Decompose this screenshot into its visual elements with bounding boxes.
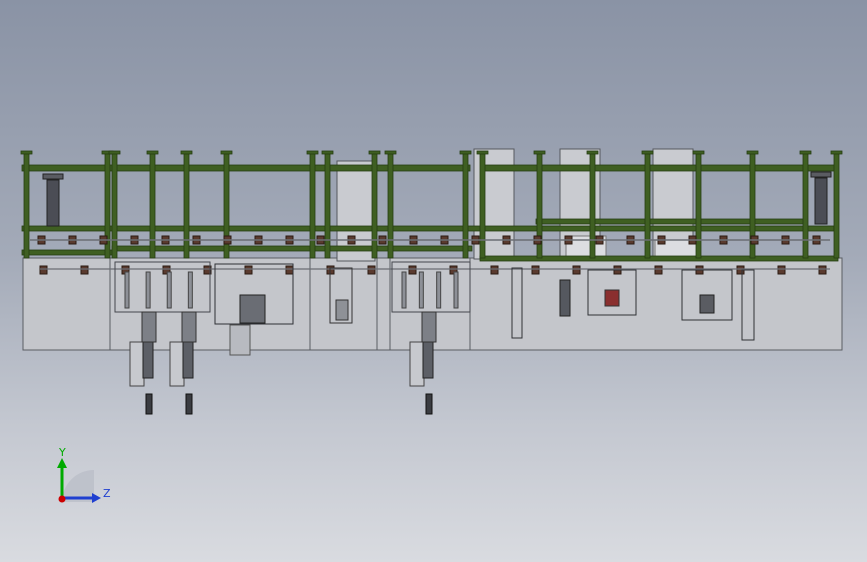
guide-column <box>141 311 157 343</box>
post-cap <box>830 150 843 155</box>
post-cap <box>641 150 654 155</box>
frame-post <box>309 152 316 259</box>
clamp-block <box>239 294 266 324</box>
post-cap <box>692 150 705 155</box>
post-cap <box>321 150 334 155</box>
post-cap <box>746 150 759 155</box>
base-bracket <box>80 265 89 275</box>
base-bracket <box>572 265 581 275</box>
guide-column <box>421 311 437 343</box>
mid-rail <box>21 225 835 232</box>
low-rail <box>479 255 839 262</box>
fixture-rod <box>453 271 459 309</box>
frame-post <box>479 152 486 259</box>
fixture-rod <box>145 271 151 309</box>
fixture-rod <box>166 271 172 309</box>
base-bracket <box>531 265 540 275</box>
cylinder-mount <box>42 173 64 180</box>
post-cap <box>180 150 193 155</box>
post-cap <box>108 150 121 155</box>
base-bracket <box>39 265 48 275</box>
actuator-head <box>335 299 349 321</box>
frame-post <box>462 152 469 259</box>
frame-post <box>695 152 702 259</box>
lift-cylinder-body <box>129 341 145 387</box>
post-cap <box>799 150 812 155</box>
station-slide <box>559 279 571 317</box>
station-tool <box>604 289 620 307</box>
lift-cylinder-body <box>409 341 425 387</box>
post-cap <box>20 150 33 155</box>
end-cylinder <box>814 177 828 225</box>
post-cap <box>384 150 397 155</box>
post-cap <box>586 150 599 155</box>
base-bracket <box>818 265 827 275</box>
post-cap <box>368 150 381 155</box>
lift-cylinder-rod <box>182 341 194 379</box>
frame-post <box>371 152 378 259</box>
lift-cylinder-foot <box>425 393 433 415</box>
fixture-rod <box>187 271 193 309</box>
frame-post <box>149 152 156 259</box>
post-cap <box>220 150 233 155</box>
base-bracket <box>654 265 663 275</box>
top-rail <box>21 164 471 172</box>
low-rail <box>111 245 473 252</box>
frame-post <box>589 152 596 259</box>
lift-cylinder-rod <box>422 341 434 379</box>
y-axis-label: Y <box>58 446 66 459</box>
fixture-rod <box>436 271 442 309</box>
end-cylinder <box>46 179 60 227</box>
frame-post <box>387 152 394 259</box>
lift-cylinder-body <box>169 341 185 387</box>
base-bracket <box>408 265 417 275</box>
post-cap <box>306 150 319 155</box>
frame-post <box>644 152 651 259</box>
frame-post <box>833 152 840 259</box>
base-bracket <box>285 265 294 275</box>
sub-rail <box>535 218 807 225</box>
frame-post <box>802 152 809 259</box>
station-tool <box>699 294 715 314</box>
post-cap <box>459 150 472 155</box>
fixture-rod <box>401 271 407 309</box>
lift-cylinder-foot <box>145 393 153 415</box>
axis-triad: Y Z <box>57 446 111 503</box>
z-axis-label: Z <box>103 487 111 500</box>
guide-column <box>181 311 197 343</box>
frame-post <box>324 152 331 259</box>
frame-post <box>23 152 30 259</box>
fixture-rod <box>418 271 424 309</box>
support-plate <box>229 324 251 356</box>
frame-post <box>183 152 190 259</box>
lift-cylinder-rod <box>142 341 154 379</box>
base-bracket <box>490 265 499 275</box>
low-rail <box>21 249 113 256</box>
base-bracket <box>777 265 786 275</box>
frame-post <box>111 152 118 259</box>
lift-cylinder-foot <box>185 393 193 415</box>
post-cap <box>533 150 546 155</box>
fixture-rod <box>124 271 130 309</box>
post-cap <box>476 150 489 155</box>
cylinder-mount <box>810 171 832 178</box>
base-bracket <box>244 265 253 275</box>
post-cap <box>146 150 159 155</box>
origin-icon <box>58 495 66 503</box>
cad-viewport[interactable]: Y Z <box>0 0 867 562</box>
steel-frame <box>20 150 843 262</box>
base-bracket <box>367 265 376 275</box>
